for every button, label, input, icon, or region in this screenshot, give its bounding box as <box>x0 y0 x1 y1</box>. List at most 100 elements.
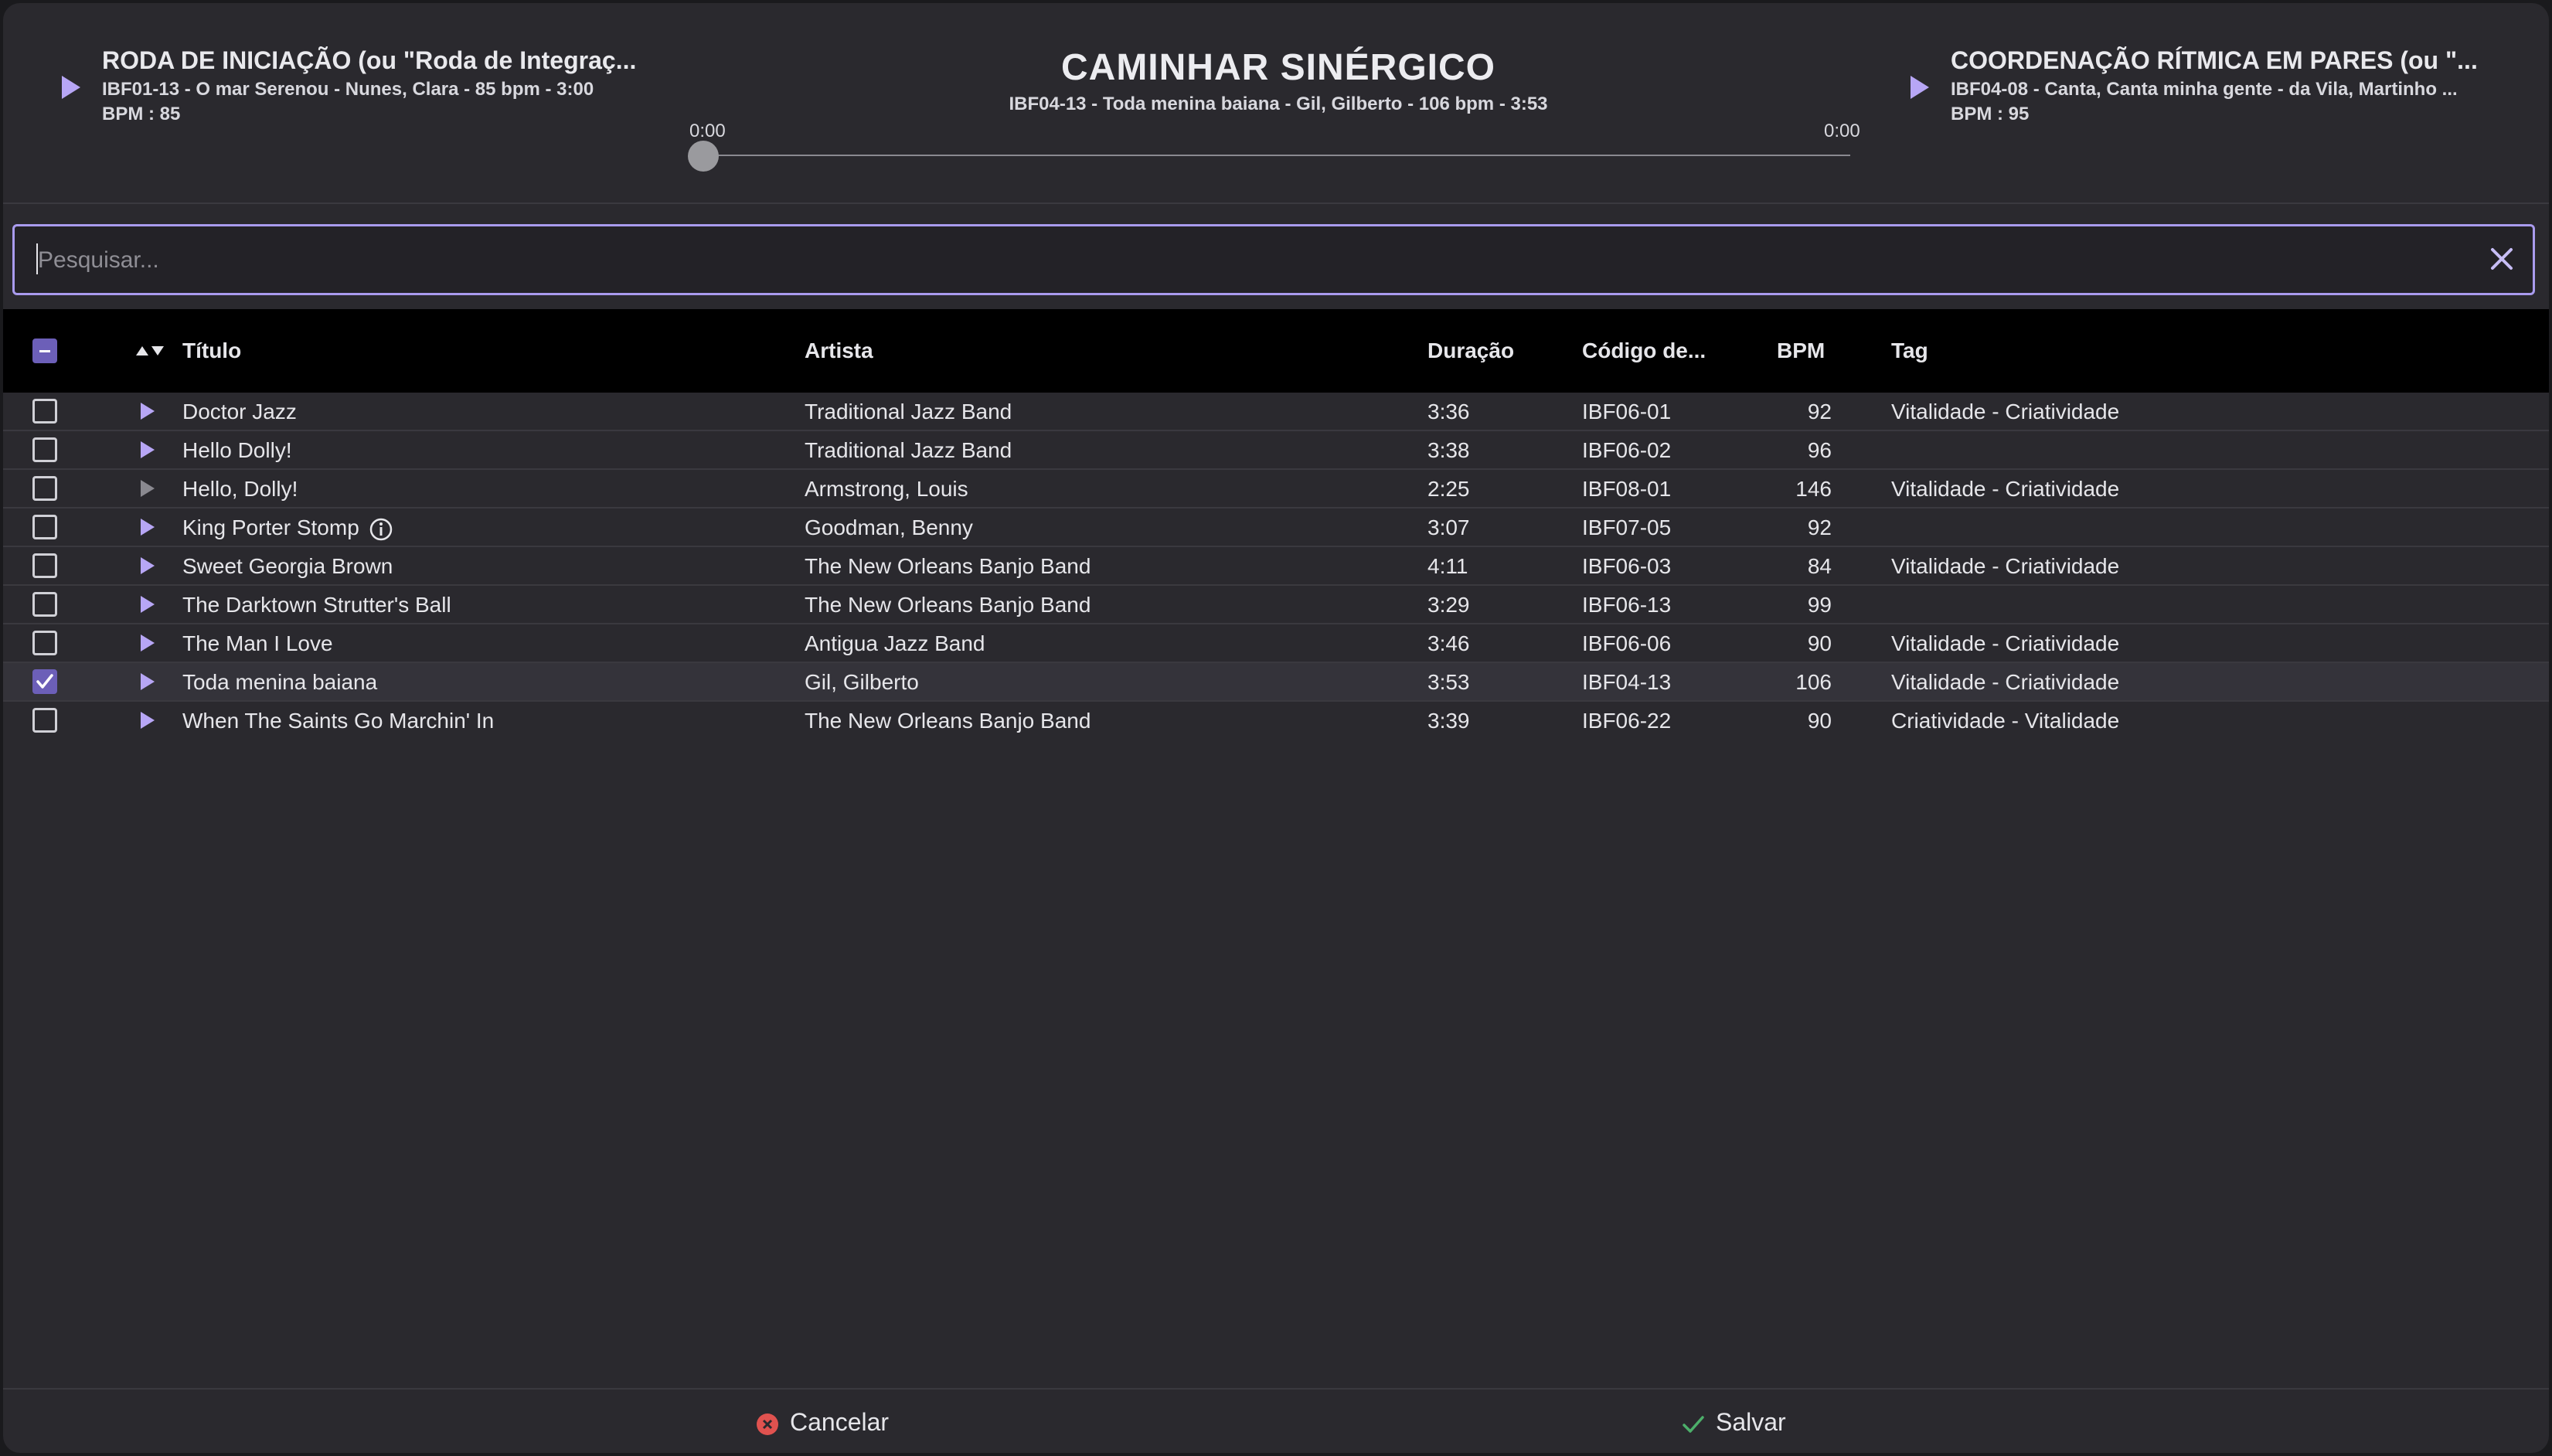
sort-icon[interactable] <box>134 345 165 357</box>
header-bpm[interactable]: BPM <box>1777 338 1825 363</box>
track-duration: 3:39 <box>1427 709 1470 733</box>
row-checkbox[interactable] <box>32 553 57 578</box>
table-row[interactable]: When The Saints Go Marchin' In The New O… <box>3 702 2549 739</box>
track-title: Sweet Georgia Brown <box>182 554 393 578</box>
save-label: Salvar <box>1716 1408 1786 1436</box>
track-artist: Armstrong, Louis <box>805 477 968 501</box>
track-bpm: 92 <box>1807 400 1832 424</box>
play-icon[interactable] <box>141 441 155 458</box>
play-icon[interactable] <box>141 480 155 497</box>
current-track-details: IBF04-13 - Toda menina baiana - Gil, Gil… <box>1009 94 1548 114</box>
play-icon[interactable] <box>141 634 155 651</box>
select-all-checkbox[interactable] <box>32 338 57 363</box>
track-code: IBF06-06 <box>1582 631 1672 655</box>
track-artist: The New Orleans Banjo Band <box>805 593 1091 617</box>
track-artist: Gil, Gilberto <box>805 670 919 694</box>
previous-track-details: IBF01-13 - O mar Serenou - Nunes, Clara … <box>102 79 594 100</box>
current-track-title: CAMINHAR SINÉRGICO <box>1060 47 1495 88</box>
play-previous-icon[interactable] <box>62 76 80 99</box>
track-title: Hello, Dolly! <box>182 477 298 501</box>
check-icon <box>1683 1415 1704 1433</box>
track-title: The Darktown Strutter's Ball <box>182 593 451 617</box>
track-artist: The New Orleans Banjo Band <box>805 709 1091 733</box>
table-row[interactable]: The Man I Love Antigua Jazz Band 3:46 IB… <box>3 624 2549 663</box>
cancel-circle-icon <box>757 1413 778 1435</box>
track-tag: Vitalidade - Criatividade <box>1891 477 2120 501</box>
track-artist: Antigua Jazz Band <box>805 631 985 655</box>
track-tag: Vitalidade - Criatividade <box>1891 554 2120 578</box>
search-box <box>12 224 2535 295</box>
track-duration: 4:11 <box>1427 554 1468 578</box>
play-icon[interactable] <box>141 712 155 729</box>
row-checkbox[interactable] <box>32 669 57 694</box>
row-checkbox[interactable] <box>32 515 57 539</box>
track-duration: 3:36 <box>1427 400 1470 424</box>
header-artist[interactable]: Artista <box>805 338 873 363</box>
track-tag: Vitalidade - Criatividade <box>1891 670 2120 694</box>
track-bpm: 146 <box>1795 477 1832 501</box>
track-duration: 3:53 <box>1427 670 1470 694</box>
table-row[interactable]: Hello Dolly! Traditional Jazz Band 3:38 … <box>3 431 2549 470</box>
track-title: When The Saints Go Marchin' In <box>182 709 495 733</box>
track-bpm: 92 <box>1807 515 1832 539</box>
previous-track-title: RODA DE INICIAÇÃO (ou "Roda de Integraç.… <box>102 46 637 74</box>
track-title: The Man I Love <box>182 631 333 655</box>
row-checkbox[interactable] <box>32 708 57 733</box>
table-row[interactable]: Sweet Georgia Brown The New Orleans Banj… <box>3 547 2549 586</box>
search-input[interactable] <box>36 226 2451 294</box>
track-code: IBF06-22 <box>1582 709 1672 733</box>
cancel-button[interactable]: Cancelar <box>756 1405 889 1439</box>
time-total: 0:00 <box>1824 121 1860 141</box>
track-title: Hello Dolly! <box>182 438 292 462</box>
track-list: Doctor Jazz Traditional Jazz Band 3:36 I… <box>3 393 2549 739</box>
track-title: Doctor Jazz <box>182 400 297 424</box>
playlist-editor-modal: RODA DE INICIAÇÃO (ou "Roda de Integraç.… <box>3 3 2549 1453</box>
next-track-info: COORDENAÇÃO RÍTMICA EM PARES (ou "... IB… <box>1951 43 2549 127</box>
track-tag: Criatividade - Vitalidade <box>1891 709 2120 733</box>
checkmark-icon <box>36 674 53 689</box>
table-header: Título Artista Duração Código de... BPM … <box>3 309 2549 393</box>
play-icon[interactable] <box>141 557 155 574</box>
play-icon[interactable] <box>141 596 155 613</box>
progress-thumb[interactable] <box>688 141 719 172</box>
row-checkbox[interactable] <box>32 631 57 655</box>
row-checkbox[interactable] <box>32 399 57 424</box>
player-header: RODA DE INICIAÇÃO (ou "Roda de Integraç.… <box>3 3 2549 204</box>
time-elapsed: 0:00 <box>689 121 726 141</box>
play-icon[interactable] <box>141 403 155 420</box>
header-duration[interactable]: Duração <box>1427 338 1514 363</box>
track-bpm: 90 <box>1807 709 1832 733</box>
play-icon[interactable] <box>141 673 155 690</box>
play-icon[interactable] <box>141 519 155 536</box>
cancel-label: Cancelar <box>790 1408 890 1436</box>
track-code: IBF06-13 <box>1582 593 1672 617</box>
row-checkbox[interactable] <box>32 476 57 501</box>
table-row[interactable]: King Porter Stomp Goodman, Benny 3:07 IB… <box>3 509 2549 547</box>
track-code: IBF06-02 <box>1582 438 1672 462</box>
info-icon[interactable] <box>369 517 393 542</box>
table-row[interactable]: Hello, Dolly! Armstrong, Louis 2:25 IBF0… <box>3 470 2549 509</box>
close-icon[interactable] <box>2482 239 2522 279</box>
track-code: IBF06-03 <box>1582 554 1672 578</box>
header-title[interactable]: Título <box>182 338 241 363</box>
header-tag[interactable]: Tag <box>1891 338 1928 363</box>
next-track-details: IBF04-08 - Canta, Canta minha gente - da… <box>1951 79 2458 100</box>
save-button[interactable]: Salvar <box>1682 1405 1786 1439</box>
track-bpm: 106 <box>1795 670 1832 694</box>
table-row[interactable]: Doctor Jazz Traditional Jazz Band 3:36 I… <box>3 393 2549 431</box>
play-next-icon[interactable] <box>1911 76 1929 99</box>
track-artist: Traditional Jazz Band <box>805 438 1012 462</box>
track-bpm: 90 <box>1807 631 1832 655</box>
track-duration: 2:25 <box>1427 477 1470 501</box>
track-duration: 3:29 <box>1427 593 1470 617</box>
header-code[interactable]: Código de... <box>1582 338 1706 363</box>
row-checkbox[interactable] <box>32 437 57 462</box>
current-track: CAMINHAR SINÉRGICO IBF04-13 - Toda menin… <box>683 43 1873 116</box>
table-row[interactable]: The Darktown Strutter's Ball The New Orl… <box>3 586 2549 624</box>
table-row[interactable]: Toda menina baiana Gil, Gilberto 3:53 IB… <box>3 663 2549 702</box>
track-tag: Vitalidade - Criatividade <box>1891 631 2120 655</box>
progress-track[interactable] <box>703 155 1850 156</box>
track-title-cell: King Porter Stomp <box>182 515 393 542</box>
previous-track-info: RODA DE INICIAÇÃO (ou "Roda de Integraç.… <box>102 43 720 127</box>
row-checkbox[interactable] <box>32 592 57 617</box>
